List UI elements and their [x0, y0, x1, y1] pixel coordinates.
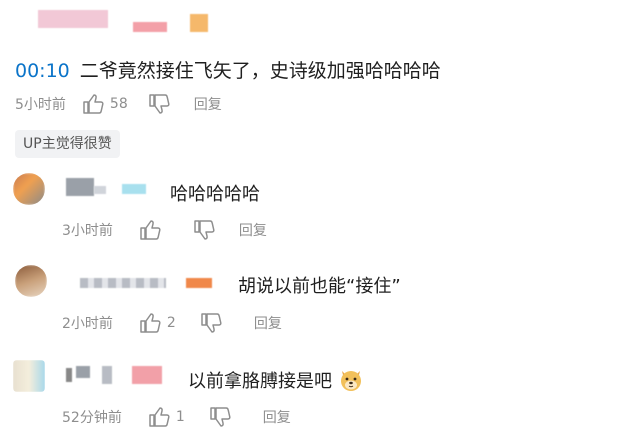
thumbs-up-icon[interactable]: [139, 220, 161, 240]
thumbs-down-icon[interactable]: [193, 220, 215, 240]
reply-meta: 52分钟前 1 回复: [62, 407, 291, 427]
reply-text: 哈哈哈哈哈: [170, 184, 260, 205]
avatar[interactable]: [13, 360, 45, 392]
up-liked-badge: UP主觉得很赞: [15, 130, 120, 158]
reply-button[interactable]: 回复: [263, 407, 291, 427]
thumbs-down-icon[interactable]: [148, 94, 170, 114]
like-count: 1: [175, 409, 185, 425]
reply-meta: 2小时前 2 回复: [62, 313, 282, 333]
thumbs-up-icon[interactable]: [82, 94, 104, 114]
reply-text-with-emoji: 以前拿胳膊接是吧: [188, 367, 364, 393]
avatar[interactable]: [15, 265, 47, 297]
thumbs-up-icon[interactable]: [148, 407, 170, 427]
main-comment-text: 二爷竟然接住飞矢了，史诗级加强哈哈哈哈: [79, 60, 441, 82]
reply-text: 以前拿胳膊接是吧: [188, 371, 332, 392]
reply-button[interactable]: 回复: [194, 94, 222, 114]
reply-time: 2小时前: [62, 316, 113, 332]
reply-time: 3小时前: [62, 223, 113, 239]
thumbs-down-icon[interactable]: [209, 407, 231, 427]
reply-text: 胡说以前也能“接住”: [238, 276, 401, 297]
main-comment: 00:10 二爷竟然接住飞矢了，史诗级加强哈哈哈哈: [15, 56, 441, 83]
video-timestamp-link[interactable]: 00:10: [15, 60, 70, 82]
avatar[interactable]: [13, 173, 45, 205]
thumbs-down-icon[interactable]: [200, 313, 222, 333]
thumbs-up-icon[interactable]: [139, 313, 161, 333]
like-count: 58: [109, 96, 128, 112]
dog-face-emoji-icon: [338, 367, 364, 393]
comment-time: 5小时前: [15, 97, 66, 113]
main-comment-meta: 5小时前 58 回复: [15, 94, 222, 114]
reply-meta: 3小时前 回复: [62, 220, 267, 240]
reply-button[interactable]: 回复: [239, 220, 267, 240]
reply-button[interactable]: 回复: [254, 313, 282, 333]
like-count: 2: [166, 315, 176, 331]
reply-time: 52分钟前: [62, 410, 122, 426]
